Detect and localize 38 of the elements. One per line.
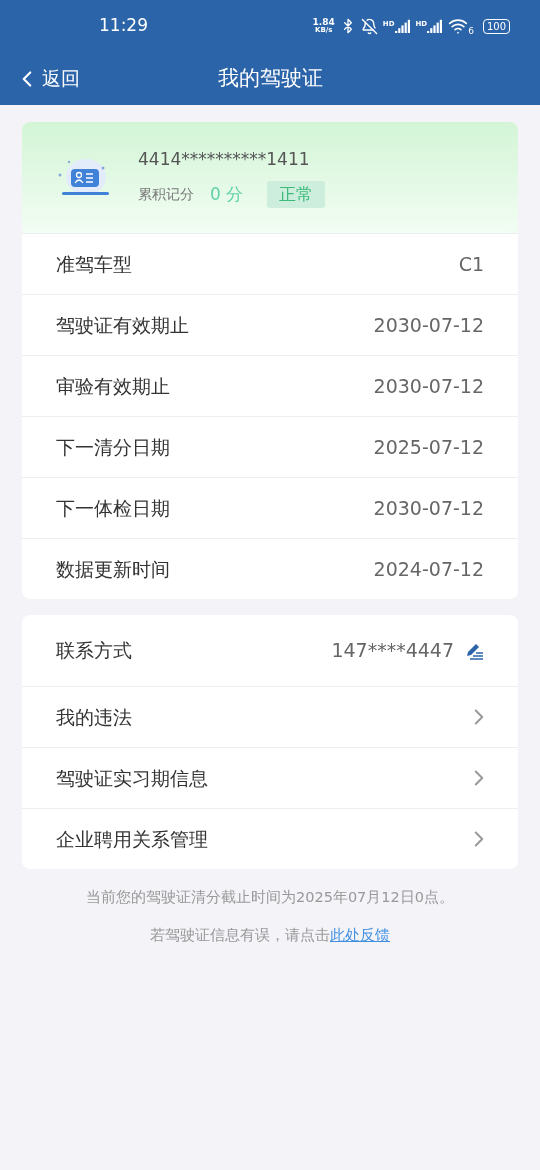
field-value: 2030-07-12 (373, 312, 484, 338)
menu-item[interactable]: 驾驶证实习期信息 (22, 747, 518, 808)
menu-label: 我的违法 (56, 704, 132, 730)
field-label: 准驾车型 (56, 251, 132, 277)
field-value: 2030-07-12 (373, 495, 484, 521)
bell-muted-icon (360, 17, 378, 35)
status-time: 11:29 (99, 14, 148, 38)
field-label: 下一体检日期 (56, 495, 170, 521)
wifi-icon (448, 16, 469, 36)
field-label: 审验有效期止 (56, 373, 170, 399)
points-label: 累积记分 (138, 184, 194, 204)
field-label: 下一清分日期 (56, 434, 170, 460)
field-value: 2025-07-12 (373, 434, 484, 460)
points-value: 0 分 (210, 182, 244, 206)
feedback-text: 若驾驶证信息有误，请点击 (150, 926, 330, 943)
network-speed: 1.84 (312, 18, 335, 27)
menu-item[interactable]: 企业聘用关系管理 (22, 808, 518, 869)
menu-label: 企业聘用关系管理 (56, 826, 208, 852)
menu-label: 联系方式 (56, 638, 132, 664)
signal-icon (427, 19, 444, 33)
field-label: 数据更新时间 (56, 556, 170, 582)
status-badge: 正常 (267, 180, 326, 208)
notice-text: 当前您的驾驶证清分截止时间为2025年07月12日0点。 (85, 888, 455, 907)
license-number: 4414**********1411 (138, 148, 311, 171)
phone-number: 147****4447 (331, 638, 454, 664)
wifi-standard-label: 6 (468, 27, 474, 36)
field-label: 驾驶证有效期止 (56, 312, 189, 338)
field-value: 2024-07-12 (373, 556, 484, 582)
signal-icon (394, 19, 411, 33)
page-title: 我的驾驶证 (217, 64, 323, 92)
menu-item[interactable]: 我的违法 (22, 686, 518, 747)
battery-icon: 100 (482, 18, 510, 34)
field-value: C1 (458, 251, 484, 277)
field-value: 2030-07-12 (373, 373, 484, 399)
menu-item[interactable]: 联系方式 147****4447 (22, 615, 518, 686)
edit-icon[interactable] (464, 641, 484, 660)
menu-label: 驾驶证实习期信息 (56, 765, 208, 791)
back-button[interactable]: 返回 (14, 64, 80, 93)
